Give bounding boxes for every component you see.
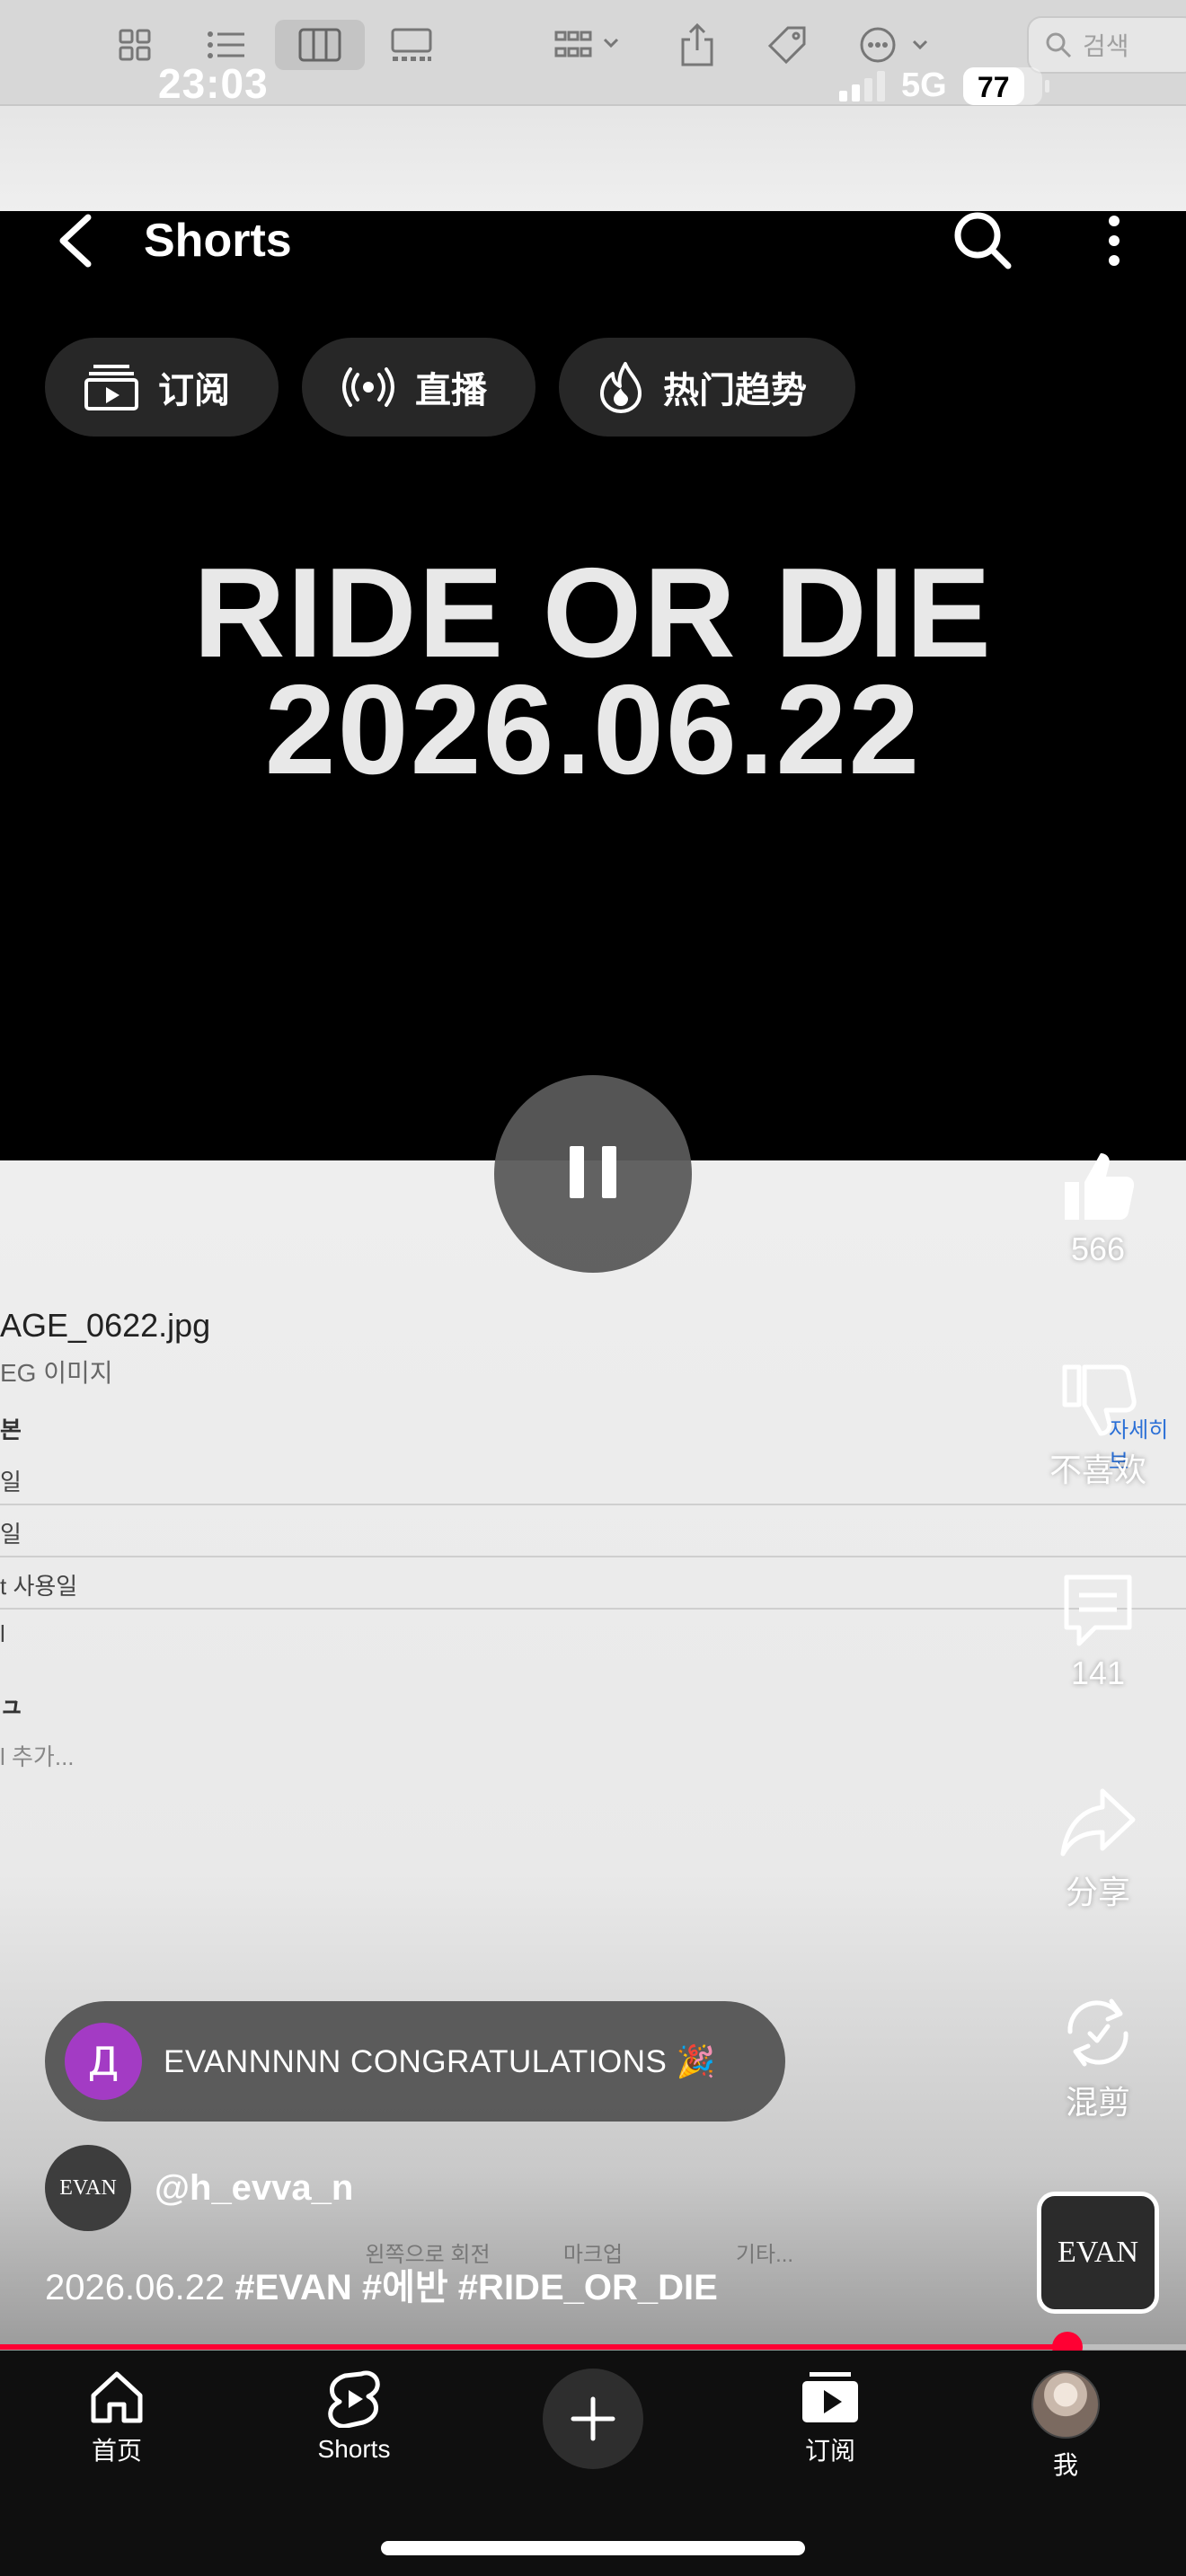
cellular-signal-icon <box>839 70 885 101</box>
info-row: l 추가... <box>0 1743 75 1770</box>
nav-label: 我 <box>1052 2451 1078 2479</box>
chip-trending[interactable]: 热门趋势 <box>559 338 855 437</box>
sound-thumbnail[interactable]: EVAN <box>1037 2192 1159 2314</box>
search-button[interactable] <box>951 208 1015 273</box>
chip-live[interactable]: 直播 <box>302 338 535 437</box>
caption-hashtags[interactable]: #EVAN #에반 #RIDE_OR_DIE <box>235 2268 717 2307</box>
video-title-line: 2026.06.22 <box>264 658 922 801</box>
more-vert-icon <box>1109 216 1120 266</box>
comments-button[interactable]: 141 <box>1044 1572 1152 1692</box>
chip-label: 热门趋势 <box>663 371 807 410</box>
comment-avatar: Д <box>65 2023 142 2100</box>
share-icon <box>670 20 724 70</box>
filter-chips: 订阅 直播 热门趋势 <box>45 338 855 437</box>
column-view-icon <box>275 20 365 70</box>
nav-me[interactable]: 我 <box>985 2370 1146 2482</box>
video-caption[interactable]: 2026.06.22 #EVAN #에반 #RIDE_OR_DIE <box>45 2258 718 2310</box>
info-row: 일 <box>0 1521 22 1548</box>
share-button[interactable]: 分享 <box>1044 1784 1152 1913</box>
dislike-label: 不喜欢 <box>1049 1451 1146 1488</box>
info-divider <box>0 1556 1186 1557</box>
more-actions-icon <box>855 20 936 70</box>
dislike-button[interactable]: 不喜欢 <box>1044 1362 1152 1491</box>
top-comment-pill[interactable]: Д EVANNNNN CONGRATULATIONS 🎉 <box>45 2001 785 2122</box>
page-title: Shorts <box>144 215 292 267</box>
progress-fill <box>0 2344 1067 2350</box>
status-indicators: 5G 77 <box>839 66 1049 105</box>
info-row: 본 <box>0 1416 22 1443</box>
comment-icon <box>1064 1575 1132 1646</box>
remix-button[interactable]: 混剪 <box>1044 1994 1152 2123</box>
like-count: 566 <box>1070 1231 1126 1267</box>
chip-subscriptions[interactable]: 订阅 <box>45 338 279 437</box>
chip-label: 直播 <box>415 371 487 410</box>
nav-home[interactable]: 首页 <box>36 2370 198 2467</box>
live-icon <box>342 367 394 407</box>
video-title-line: RIDE OR DIE <box>193 542 993 684</box>
shorts-icon <box>328 2370 380 2428</box>
home-icon <box>91 2371 143 2423</box>
back-arrow-icon <box>59 214 92 268</box>
nav-label: Shorts <box>317 2435 391 2463</box>
thumbs-up-icon <box>1065 1153 1135 1220</box>
avatar <box>1031 2370 1100 2439</box>
info-file-name: AGE_0622.jpg <box>0 1307 211 1344</box>
top-comment-text: EVANNNNN CONGRATULATIONS 🎉 <box>164 2043 716 2079</box>
channel-handle[interactable]: @h_evva_n <box>155 2168 353 2209</box>
pause-button[interactable] <box>494 1075 692 1273</box>
trending-flame-icon <box>600 362 642 413</box>
info-row: ュ <box>0 1691 24 1718</box>
nav-shorts[interactable]: Shorts <box>273 2370 435 2464</box>
search-icon <box>954 212 1012 269</box>
comment-count: 141 <box>1070 1654 1126 1691</box>
bg-tool-more: 기타... <box>735 2243 794 2267</box>
thumbs-down-icon <box>1062 1364 1137 1436</box>
share-arrow-icon <box>1060 1788 1136 1857</box>
chip-label: 订阅 <box>158 371 230 410</box>
home-indicator[interactable] <box>381 2541 805 2555</box>
create-button[interactable] <box>543 2369 643 2469</box>
channel-info[interactable]: EVAN @h_evva_n <box>45 2145 353 2231</box>
info-row: l <box>0 1620 5 1647</box>
avatar[interactable]: EVAN <box>45 2145 131 2231</box>
info-divider <box>0 1504 1186 1505</box>
subscriptions-icon <box>802 2372 858 2422</box>
gallery-view-icon <box>385 20 438 70</box>
remix-label: 混剪 <box>1065 2084 1130 2121</box>
info-row: t 사용일 <box>0 1573 78 1600</box>
info-divider <box>0 1608 1186 1610</box>
sound-label: EVAN <box>1057 2236 1139 2269</box>
nav-label: 订阅 <box>804 2437 855 2465</box>
tag-icon <box>760 20 814 70</box>
caption-date: 2026.06.22 <box>45 2268 226 2307</box>
channel-avatar-text: EVAN <box>59 2175 117 2200</box>
more-options-button[interactable] <box>1089 212 1139 269</box>
finder-search-placeholder: 검색 <box>1083 32 1129 60</box>
network-type: 5G <box>901 66 947 104</box>
plus-icon <box>571 2396 615 2441</box>
info-row: 일 <box>0 1469 22 1495</box>
status-time: 23:03 <box>158 60 269 107</box>
finder-search-field: 검색 <box>1027 16 1186 74</box>
info-file-kind: EG 이미지 <box>0 1359 113 1387</box>
nav-label: 首页 <box>91 2437 142 2465</box>
battery-level: 77 <box>977 70 1010 103</box>
share-label: 分享 <box>1065 1874 1130 1910</box>
search-icon <box>1046 32 1072 58</box>
subscriptions-icon <box>84 365 138 410</box>
nav-subscriptions[interactable]: 订阅 <box>749 2370 911 2467</box>
video-title-graphic: RIDE OR DIE 2026.06.22 <box>0 542 1186 801</box>
pause-icon <box>561 1145 625 1203</box>
video-progress-bar[interactable] <box>0 2332 1186 2362</box>
back-button[interactable] <box>52 212 102 269</box>
battery-icon: 77 <box>962 66 1049 105</box>
like-button[interactable]: 566 <box>1044 1148 1152 1268</box>
remix-icon <box>1067 1998 1128 2067</box>
group-menu-icon <box>548 20 629 70</box>
icon-view-icon <box>108 20 162 70</box>
